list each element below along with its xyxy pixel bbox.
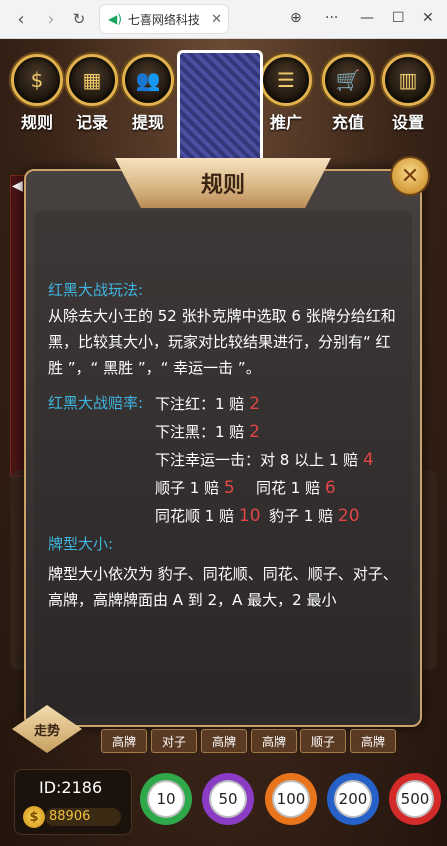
list-icon: ☰ <box>260 54 312 106</box>
history-item: 高牌 <box>251 729 297 753</box>
odds-straight: 顺子 1 赔 5 <box>155 477 235 498</box>
back-button[interactable]: ‹ <box>8 6 34 32</box>
close-icon: ✕ <box>400 163 420 189</box>
rules-nav[interactable]: $ 规则 <box>11 54 63 133</box>
chip-500[interactable]: 500 <box>389 773 441 825</box>
odds-black-label: 下注黑：1 赔 <box>155 423 245 441</box>
browser-tab[interactable]: ◀) 七喜网络科技 ✕ <box>100 5 228 33</box>
chip-100[interactable]: 100 <box>265 773 317 825</box>
settings-nav[interactable]: ▥ 设置 <box>382 54 434 133</box>
records-nav[interactable]: ▦ 记录 <box>66 54 118 133</box>
odds-lucky-value: 4 <box>362 450 374 470</box>
odds-red-value: 2 <box>249 394 260 414</box>
gold-coin-icon: $ <box>23 806 45 828</box>
calendar-icon: ▦ <box>66 54 118 106</box>
promote-nav[interactable]: ☰ 推广 <box>260 54 312 133</box>
hand-rank-heading: 牌型大小: <box>48 535 114 553</box>
player-gold: 88906 <box>45 808 121 826</box>
users-icon: 👥 <box>122 54 174 106</box>
chip-200[interactable]: 200 <box>327 773 379 825</box>
forward-button[interactable]: › <box>38 6 64 32</box>
odds-flush-label: 同花 1 赔 <box>256 479 321 497</box>
cart-icon: 🛒 <box>322 54 374 106</box>
withdraw-nav-label: 提现 <box>131 113 164 132</box>
history-item: 高牌 <box>101 729 147 753</box>
promote-nav-label: 推广 <box>269 113 302 132</box>
more-icon[interactable]: ··· <box>325 6 338 30</box>
house-dollar-icon: $ <box>11 54 63 106</box>
recharge-nav-label: 充值 <box>331 113 364 132</box>
odds-triple-value: 20 <box>337 506 360 526</box>
odds-straight-flush-value: 10 <box>238 506 261 526</box>
odds-straight-label: 顺子 1 赔 <box>155 479 220 497</box>
odds-straight-flush-label: 同花顺 1 赔 <box>155 507 235 525</box>
odds-straight-flush: 同花顺 1 赔 10 <box>155 505 261 526</box>
rules-content: 红黑大战玩法: 从除去大小王的 52 张扑克牌中选取 6 张牌分给红和黑，比较其… <box>48 277 418 381</box>
odds-black-value: 2 <box>249 422 260 442</box>
minimize-button[interactable]: — <box>360 6 374 30</box>
odds-red-label: 下注红：1 赔 <box>155 395 245 413</box>
gameplay-text: 从除去大小王的 52 张扑克牌中选取 6 张牌分给红和黑，比较其大小，玩家对比较… <box>48 307 396 377</box>
close-window-button[interactable]: ✕ <box>422 6 434 30</box>
card-back <box>177 50 263 168</box>
recharge-nav[interactable]: 🛒 充值 <box>322 54 374 133</box>
globe-icon[interactable]: ⊕ <box>290 6 302 30</box>
rules-nav-label: 规则 <box>20 113 53 132</box>
chip-10[interactable]: 10 <box>140 773 192 825</box>
odds-lucky: 下注幸运一击：对 8 以上 1 赔 4 <box>155 449 374 470</box>
odds-black: 下注黑：1 赔 2 <box>155 421 260 442</box>
trend-badge-label: 走势 <box>33 723 60 739</box>
hand-rank-text: 牌型大小依次为 豹子、同花顺、同花、顺子、对子、高牌，高牌牌面由 A 到 2，A… <box>48 565 398 609</box>
chip-50[interactable]: 50 <box>202 773 254 825</box>
chip-200-value: 200 <box>334 780 372 818</box>
chip-500-value: 500 <box>396 780 434 818</box>
maximize-button[interactable]: ☐ <box>392 6 405 30</box>
odds-heading: 红黑大战赔率: <box>48 394 144 412</box>
speaker-icon: ◀) <box>108 12 122 26</box>
odds-flush-value: 6 <box>324 478 336 498</box>
tab-title: 七喜网络科技 <box>127 12 200 27</box>
reload-button[interactable]: ↻ <box>66 6 92 32</box>
odds-straight-value: 5 <box>223 478 235 498</box>
hand-rank-section: 牌型大小: 牌型大小依次为 豹子、同花顺、同花、顺子、对子、高牌，高牌牌面由 A… <box>48 531 418 613</box>
podium-icon: ▥ <box>382 54 434 106</box>
odds-triple: 豹子 1 赔 20 <box>269 505 360 526</box>
settings-nav-label: 设置 <box>391 113 424 132</box>
history-item: 顺子 <box>300 729 346 753</box>
close-dialog-button[interactable]: ✕ <box>390 156 430 196</box>
records-nav-label: 记录 <box>75 113 108 132</box>
withdraw-nav[interactable]: 👥 提现 <box>122 54 174 133</box>
chip-100-value: 100 <box>272 780 310 818</box>
browser-toolbar: ‹ › ↻ ◀) 七喜网络科技 ✕ ⊕ ··· — ☐ ✕ <box>0 0 447 39</box>
player-info: ID:2186 $ 88906 <box>14 769 132 835</box>
player-id: ID:2186 <box>39 778 103 797</box>
history-item: 高牌 <box>350 729 396 753</box>
odds-flush: 同花 1 赔 6 <box>256 477 336 498</box>
history-item: 高牌 <box>201 729 247 753</box>
odds-triple-label: 豹子 1 赔 <box>269 507 334 525</box>
odds-red: 下注红：1 赔 2 <box>155 393 260 414</box>
rules-dialog-titlebar: 规则 <box>115 158 331 208</box>
history-item: 对子 <box>151 729 197 753</box>
rules-dialog <box>24 169 422 727</box>
odds-lucky-label: 下注幸运一击：对 8 以上 1 赔 <box>155 451 359 469</box>
gameplay-heading: 红黑大战玩法: <box>48 281 144 299</box>
rules-dialog-title: 规则 <box>200 173 245 198</box>
chip-10-value: 10 <box>147 780 185 818</box>
close-tab-icon[interactable]: ✕ <box>211 12 222 27</box>
chip-50-value: 50 <box>209 780 247 818</box>
